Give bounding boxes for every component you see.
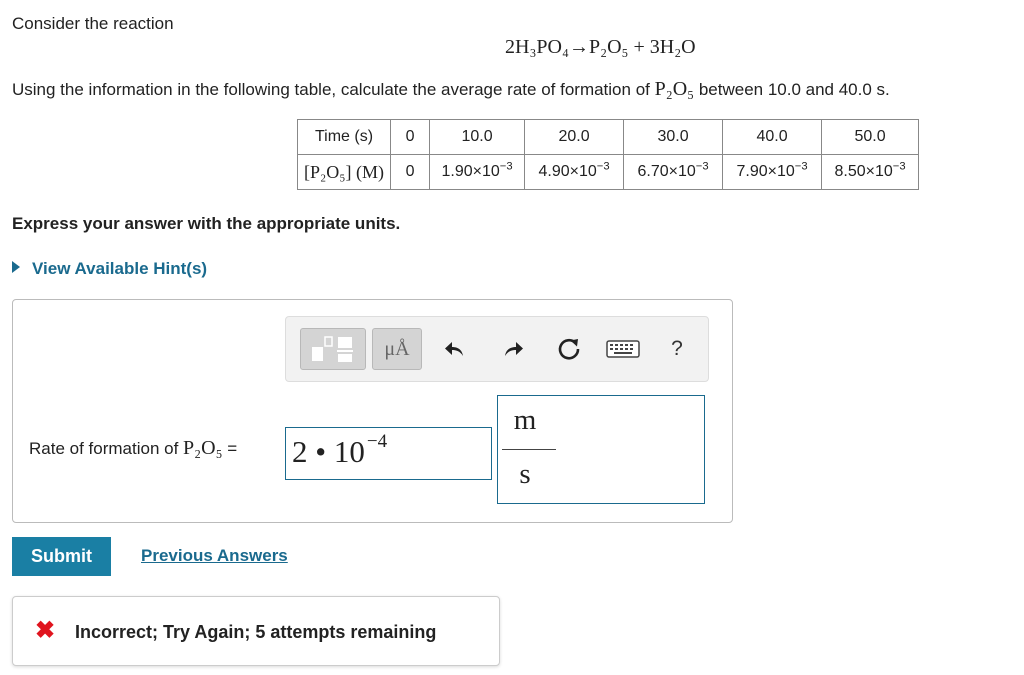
redo-icon	[505, 342, 523, 356]
help-label: ?	[671, 337, 683, 360]
concentration-exponent: −3	[596, 160, 610, 173]
time-cell: 0	[390, 119, 431, 155]
rate-label-species: P₂O₅	[183, 437, 223, 459]
concentration-cell: 4.90×10−3	[524, 154, 625, 190]
equation-rhs-species-1: P₂O₅	[588, 36, 629, 58]
value-base: 10	[333, 434, 365, 469]
submit-button[interactable]: Submit	[12, 537, 111, 576]
time-cell: 50.0	[821, 119, 920, 155]
times-ten: ×10	[569, 163, 597, 180]
units-label: μÅ	[384, 337, 410, 360]
unit-numerator: m	[513, 404, 537, 436]
error-x-icon: ✖	[35, 617, 56, 644]
time-cell: 10.0	[429, 119, 526, 155]
reset-button[interactable]	[552, 333, 586, 365]
time-row: Time (s) 0 10.0 20.0 30.0 40.0 50.0	[296, 119, 920, 155]
rate-label-before: Rate of formation of	[29, 439, 184, 458]
times-ten: ×10	[472, 163, 500, 180]
help-button[interactable]: ?	[662, 331, 692, 367]
previous-answers-link[interactable]: Previous Answers	[141, 546, 288, 566]
units-instruction: Express your answer with the appropriate…	[12, 214, 401, 233]
value-input[interactable]: 2 • 10 −4	[285, 427, 492, 480]
concentration-exponent: −3	[892, 160, 906, 173]
question-before: Using the information in the following t…	[12, 80, 655, 99]
question-after: between 10.0 and 40.0 s.	[694, 80, 890, 99]
templates-button[interactable]	[300, 328, 366, 370]
rate-label: Rate of formation of P₂O₅ =	[29, 437, 237, 460]
concentration-cell: 7.90×10−3	[722, 154, 823, 190]
value-mantissa: 2	[292, 434, 308, 469]
redo-button[interactable]	[496, 333, 530, 365]
feedback-message: Incorrect; Try Again; 5 attempts remaini…	[75, 622, 437, 642]
submit-label: Submit	[31, 546, 92, 566]
time-cell: 30.0	[623, 119, 724, 155]
concentration-cell: 8.50×10−3	[821, 154, 920, 190]
units-input[interactable]: m s	[497, 395, 705, 504]
question-species: P₂O₅	[654, 78, 695, 100]
time-cell: 20.0	[524, 119, 625, 155]
unit-denominator: s	[519, 458, 531, 490]
concentration-row-label: [P₂O₅] (M)	[296, 154, 392, 190]
keyboard-button[interactable]	[604, 335, 642, 363]
times-ten: ×10	[767, 163, 795, 180]
fraction-bar	[502, 449, 556, 450]
concentration-cell: 0	[390, 154, 431, 190]
view-hints-link[interactable]: View Available Hint(s)	[12, 259, 207, 279]
value-expression: 2 • 10 −4	[292, 431, 388, 470]
keyboard-icon	[606, 340, 640, 358]
concentration-cell: 1.90×10−3	[429, 154, 526, 190]
undo-button[interactable]	[438, 333, 472, 365]
equation-arrow: →	[568, 36, 589, 58]
equation-rhs-species-2: H₂O	[659, 36, 696, 58]
concentration-mantissa: 6.70	[637, 163, 669, 180]
times-ten: ×10	[865, 163, 893, 180]
math-toolbar: μÅ ?	[285, 316, 709, 382]
question-text: Using the information in the following t…	[12, 78, 890, 101]
feedback-panel: ✖ Incorrect; Try Again; 5 attempts remai…	[12, 596, 500, 666]
concentration-cell: 6.70×10−3	[623, 154, 724, 190]
time-row-label: Time (s)	[296, 119, 392, 155]
intro-text: Consider the reaction	[12, 14, 174, 33]
equation-lhs-coefficient: 2	[505, 36, 515, 58]
concentration-mantissa: 7.90	[736, 163, 768, 180]
times-ten: ×10	[668, 163, 696, 180]
value-dot: •	[315, 434, 327, 469]
concentration-exponent: −3	[499, 160, 513, 173]
caret-right-icon	[12, 261, 20, 273]
hint-label: View Available Hint(s)	[32, 259, 208, 278]
concentration-mantissa: 4.90	[538, 163, 570, 180]
reaction-equation: 2H₃PO₄→P₂O₅ + 3H₂O	[505, 36, 696, 59]
concentration-row: [P₂O₅] (M) 0 1.90×10−3 4.90×10−3 6.70×10…	[296, 154, 920, 190]
time-cell: 40.0	[722, 119, 823, 155]
reset-icon	[558, 338, 580, 360]
concentration-mantissa: 1.90	[441, 163, 473, 180]
units-button[interactable]: μÅ	[372, 328, 422, 370]
equation-lhs-species: H₃PO₄	[515, 36, 569, 58]
equation-rhs-coefficient: 3	[649, 36, 660, 58]
concentration-exponent: −3	[695, 160, 709, 173]
undo-icon	[445, 342, 463, 356]
concentration-exponent: −3	[794, 160, 808, 173]
equation-plus: +	[633, 36, 645, 58]
rate-label-after: =	[222, 439, 238, 458]
concentration-mantissa: 8.50	[834, 163, 866, 180]
data-table: Time (s) 0 10.0 20.0 30.0 40.0 50.0 [P₂O…	[296, 119, 920, 190]
value-exponent: −4	[366, 431, 388, 452]
templates-icon	[312, 336, 353, 362]
